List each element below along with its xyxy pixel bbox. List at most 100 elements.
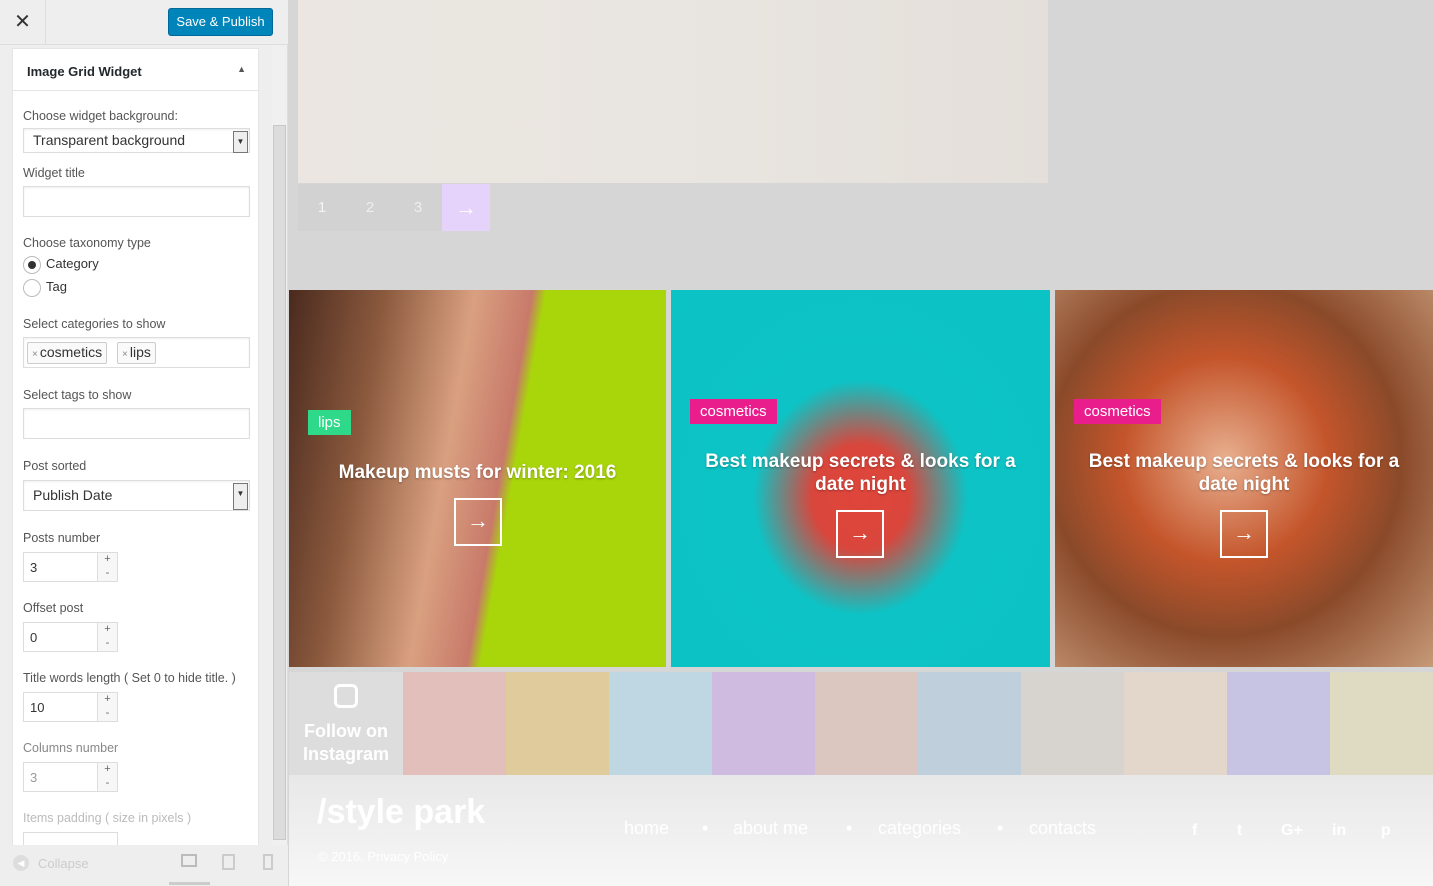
- instagram-thumb[interactable]: [609, 672, 712, 775]
- nav-categories[interactable]: categories: [878, 818, 961, 839]
- sorted-value: Publish Date: [33, 487, 113, 503]
- instagram-block[interactable]: Follow on Instagram: [289, 672, 403, 775]
- background-value: Transparent background: [33, 132, 186, 148]
- next-page-arrow-icon[interactable]: →: [442, 184, 490, 231]
- instagram-label: Follow on Instagram: [302, 721, 390, 764]
- collapse-arrow-icon[interactable]: ▲: [237, 64, 246, 74]
- posts-number-value: 3: [30, 560, 38, 575]
- increment-button[interactable]: +: [97, 623, 117, 637]
- page-2[interactable]: 2: [346, 184, 394, 231]
- scrollbar-thumb[interactable]: [273, 125, 286, 840]
- customizer-sidebar: ✕ Save & Publish Image Grid Widget ▲ Choo…: [0, 0, 288, 886]
- nav-contacts[interactable]: contacts: [1029, 818, 1096, 839]
- radio-category-label: Category: [46, 256, 99, 271]
- increment-button[interactable]: +: [97, 553, 117, 567]
- twitter-icon[interactable]: t: [1237, 822, 1242, 840]
- category-badge[interactable]: cosmetics: [1074, 399, 1161, 424]
- post-title[interactable]: Makeup musts for winter: 2016: [289, 461, 666, 484]
- radio-tag-label: Tag: [46, 279, 67, 294]
- sorted-label: Post sorted: [23, 459, 87, 473]
- active-device-indicator: [169, 882, 210, 885]
- decrement-button[interactable]: -: [97, 567, 117, 581]
- read-more-arrow-icon[interactable]: →: [454, 498, 502, 546]
- widget-title-bar[interactable]: Image Grid Widget ▲: [13, 49, 258, 91]
- category-tag[interactable]: × cosmetics: [27, 342, 108, 364]
- category-tag[interactable]: × lips: [117, 342, 156, 364]
- collapse-icon[interactable]: ◀: [13, 855, 29, 871]
- linkedin-icon[interactable]: in: [1332, 822, 1346, 840]
- radio-category[interactable]: [23, 256, 41, 274]
- post-card[interactable]: lips Makeup musts for winter: 2016 →: [289, 290, 666, 667]
- dropdown-arrow-icon: ▼: [233, 131, 248, 153]
- copyright[interactable]: © 2016. Privacy Policy: [318, 849, 448, 864]
- instagram-thumb[interactable]: [918, 672, 1021, 775]
- customizer-header: ✕ Save & Publish: [0, 0, 288, 45]
- background-select[interactable]: Transparent background ▼: [23, 128, 250, 153]
- title-words-label: Title words length ( Set 0 to hide title…: [23, 671, 236, 685]
- post-title[interactable]: Best makeup secrets & looks for a date n…: [671, 450, 1050, 496]
- post-title[interactable]: Best makeup secrets & looks for a date n…: [1055, 450, 1433, 496]
- decrement-button[interactable]: -: [97, 777, 117, 791]
- google-plus-icon[interactable]: G+: [1281, 822, 1303, 840]
- instagram-thumb[interactable]: [403, 672, 506, 775]
- site-logo[interactable]: /style park: [317, 793, 485, 832]
- padding-label: Items padding ( size in pixels ): [23, 811, 192, 825]
- tags-label: Select tags to show: [23, 388, 132, 402]
- tags-input[interactable]: [23, 408, 250, 439]
- category-badge[interactable]: lips: [308, 410, 351, 435]
- widget-title-label: Widget title: [23, 166, 85, 180]
- post-card[interactable]: cosmetics Best makeup secrets & looks fo…: [1055, 290, 1433, 667]
- pinterest-icon[interactable]: p: [1381, 822, 1391, 840]
- widget-name: Image Grid Widget: [27, 64, 142, 79]
- columns-label: Columns number: [23, 741, 119, 755]
- instagram-icon: [334, 684, 358, 708]
- increment-button[interactable]: +: [97, 763, 117, 777]
- collapse-button[interactable]: Collapse: [38, 856, 89, 871]
- facebook-icon[interactable]: f: [1192, 822, 1197, 840]
- posts-number-stepper[interactable]: 3 + -: [23, 552, 118, 582]
- instagram-thumb[interactable]: [1227, 672, 1330, 775]
- sidebar-scrollbar[interactable]: [272, 45, 287, 845]
- mobile-icon[interactable]: [263, 854, 273, 870]
- remove-icon[interactable]: ×: [122, 349, 128, 360]
- title-words-stepper[interactable]: 10 + -: [23, 692, 118, 722]
- tag-label: cosmetics: [39, 344, 103, 360]
- page-3[interactable]: 3: [394, 184, 442, 231]
- site-preview: 1 2 3 → lips Makeup musts for winter: 20…: [289, 0, 1433, 886]
- columns-value: 3: [30, 770, 38, 785]
- decrement-button[interactable]: -: [97, 637, 117, 651]
- radio-tag[interactable]: [23, 279, 41, 297]
- categories-input[interactable]: × cosmetics × lips: [23, 337, 250, 368]
- instagram-thumb[interactable]: [815, 672, 918, 775]
- offset-label: Offset post: [23, 601, 84, 615]
- remove-icon[interactable]: ×: [32, 349, 38, 360]
- tablet-icon[interactable]: [222, 854, 235, 870]
- sorted-select[interactable]: Publish Date ▼: [23, 480, 250, 511]
- read-more-arrow-icon[interactable]: →: [1220, 510, 1268, 558]
- decrement-button[interactable]: -: [97, 707, 117, 721]
- increment-button[interactable]: +: [97, 693, 117, 707]
- instagram-thumb[interactable]: [1124, 672, 1227, 775]
- close-icon[interactable]: ✕: [0, 0, 46, 44]
- title-words-value: 10: [30, 700, 45, 715]
- category-badge[interactable]: cosmetics: [690, 399, 777, 424]
- instagram-thumb[interactable]: [1021, 672, 1124, 775]
- save-publish-button[interactable]: Save & Publish: [168, 8, 273, 36]
- sidebar-footer: ◀ Collapse: [0, 845, 288, 886]
- read-more-arrow-icon[interactable]: →: [836, 510, 884, 558]
- instagram-thumb[interactable]: [506, 672, 609, 775]
- instagram-thumb[interactable]: [712, 672, 815, 775]
- site-footer: /style park © 2016. Privacy Policy home …: [289, 775, 1433, 886]
- offset-stepper[interactable]: 0 + -: [23, 622, 118, 652]
- nav-about-me[interactable]: about me: [733, 818, 808, 839]
- posts-number-label: Posts number: [23, 531, 101, 545]
- page-1[interactable]: 1: [298, 184, 346, 231]
- widget-title-input[interactable]: [23, 186, 250, 217]
- dropdown-arrow-icon: ▼: [233, 483, 248, 510]
- background-label: Choose widget background:: [23, 109, 178, 123]
- instagram-thumb[interactable]: [1330, 672, 1433, 775]
- nav-home[interactable]: home: [624, 818, 669, 839]
- columns-stepper[interactable]: 3 + -: [23, 762, 118, 792]
- post-card[interactable]: cosmetics Best makeup secrets & looks fo…: [671, 290, 1050, 667]
- desktop-icon[interactable]: [181, 854, 197, 867]
